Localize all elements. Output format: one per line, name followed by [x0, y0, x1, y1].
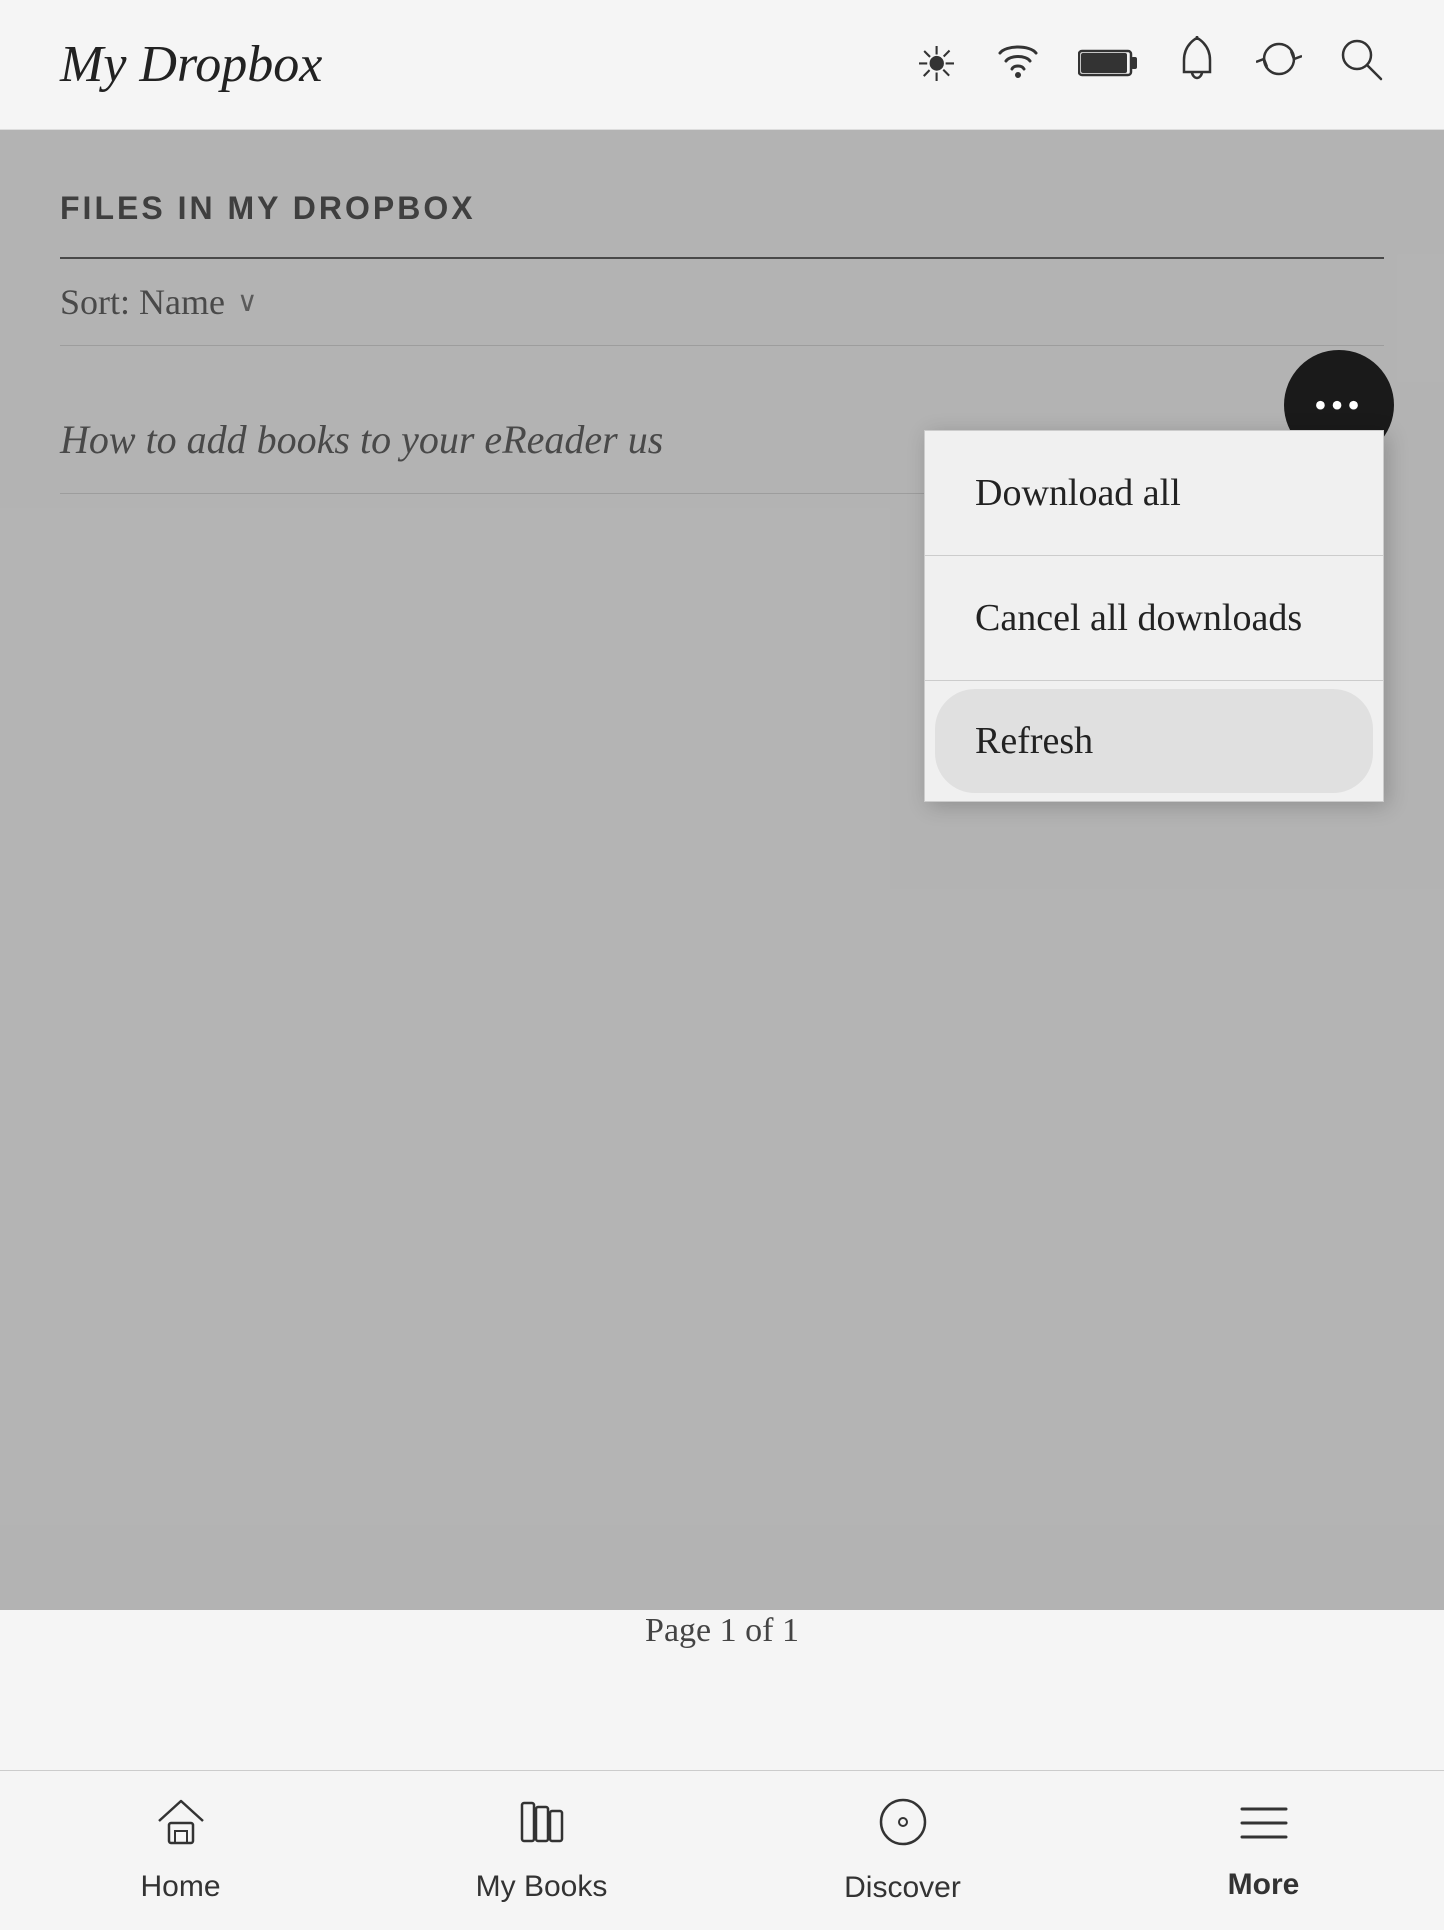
bottom-nav: Home My Books Discover Mor	[0, 1770, 1444, 1930]
main-content: FILES IN MY DROPBOX Sort: Name ∨ ••• Dow…	[0, 130, 1444, 1770]
refresh-item[interactable]: Refresh	[935, 689, 1373, 793]
home-icon	[155, 1797, 207, 1860]
download-all-item[interactable]: Download all	[925, 431, 1383, 556]
nav-home-label: Home	[140, 1870, 220, 1904]
overlay	[0, 130, 1444, 1610]
dropdown-menu: Download all Cancel all downloads Refres…	[924, 430, 1384, 802]
battery-icon	[1078, 37, 1138, 92]
more-dots-icon: •••	[1314, 387, 1364, 423]
nav-my-books-label: My Books	[476, 1870, 608, 1904]
nav-discover-label: Discover	[844, 1871, 961, 1905]
cancel-downloads-item[interactable]: Cancel all downloads	[925, 556, 1383, 681]
nav-more[interactable]: More	[1083, 1799, 1444, 1902]
page-title: My Dropbox	[60, 35, 322, 94]
nav-more-label: More	[1228, 1868, 1300, 1902]
header-icons: ☀	[915, 34, 1384, 96]
sync-icon[interactable]	[1256, 36, 1302, 94]
discover-icon	[877, 1796, 929, 1861]
notification-icon[interactable]	[1174, 34, 1220, 96]
nav-discover[interactable]: Discover	[722, 1796, 1083, 1905]
search-icon[interactable]	[1338, 36, 1384, 94]
more-icon	[1238, 1799, 1290, 1858]
my-books-icon	[516, 1797, 568, 1860]
nav-my-books[interactable]: My Books	[361, 1797, 722, 1904]
header: My Dropbox ☀	[0, 0, 1444, 130]
nav-home[interactable]: Home	[0, 1797, 361, 1904]
brightness-icon[interactable]: ☀	[915, 37, 958, 93]
wifi-icon	[994, 35, 1042, 94]
